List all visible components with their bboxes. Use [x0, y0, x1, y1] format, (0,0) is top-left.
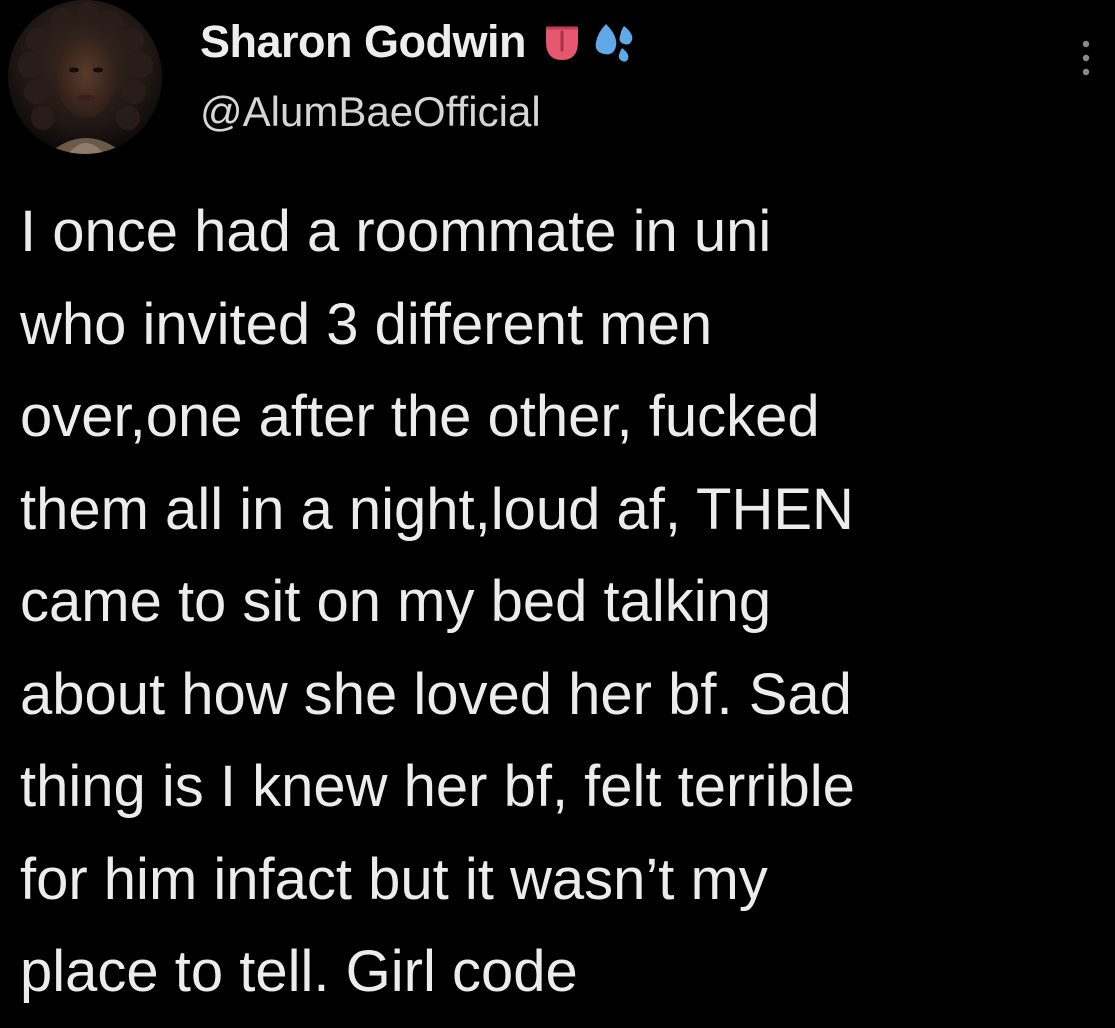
tweet-text: I once had a roommate in uni who invited…	[20, 186, 1105, 1019]
tweet-line: for him infact but it wasn’t my	[20, 846, 768, 912]
tweet-line: came to sit on my bed talking	[20, 569, 772, 634]
tweet-line: thing is I knew her bf, felt terrible	[20, 754, 855, 819]
tweet-card: Sharon Godwin @AlumBaeOfficial I once ha…	[0, 0, 1115, 1028]
tweet-header: Sharon Godwin @AlumBaeOfficial	[200, 10, 1060, 150]
sweat-droplets-emoji	[592, 20, 636, 64]
avatar-photo	[8, 0, 162, 154]
tweet-line: them all in a night,loud af, THEN	[20, 476, 854, 542]
display-name[interactable]: Sharon Godwin	[200, 16, 527, 68]
user-handle[interactable]: @AlumBaeOfficial	[200, 88, 541, 136]
tweet-line: about how she loved her bf. Sad	[20, 661, 852, 727]
more-options-icon[interactable]	[1074, 34, 1098, 82]
tweet-line: over,one after the other, fucked	[20, 384, 820, 449]
tongue-emoji	[540, 20, 584, 64]
tweet-line: place to tell. Girl code	[20, 939, 578, 1004]
tweet-line: I once had a roommate in uni	[20, 199, 772, 264]
avatar[interactable]	[8, 0, 162, 154]
tweet-line: who invited 3 different men	[20, 291, 713, 357]
name-row: Sharon Godwin	[200, 10, 636, 74]
